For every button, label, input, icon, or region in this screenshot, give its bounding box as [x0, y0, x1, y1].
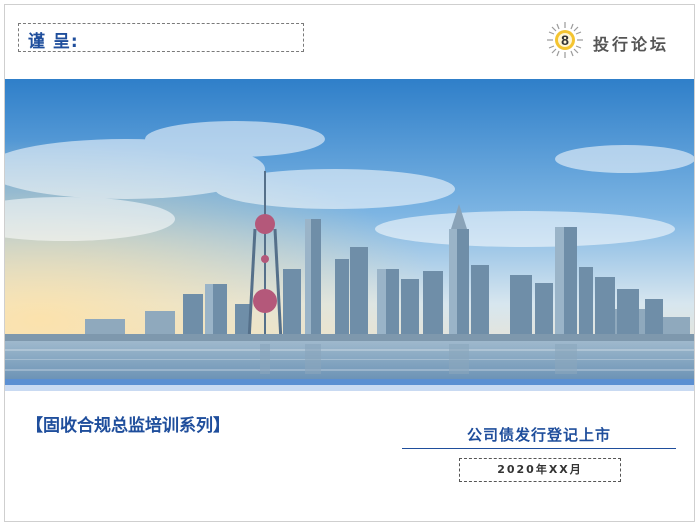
logo-text: 投行论坛: [593, 35, 670, 54]
recipient-box[interactable]: 谨 呈:: [18, 23, 304, 52]
sun-logo-icon: 8: [547, 22, 583, 58]
logo-digit: 8: [561, 32, 569, 48]
recipient-label: 谨 呈:: [28, 32, 79, 52]
series-title: 【固收合规总监培训系列】: [26, 416, 230, 436]
logo: 8 投行论坛: [545, 20, 685, 60]
city-skyline-image: [5, 79, 694, 379]
accent-bar-light: [5, 385, 694, 391]
document-subtitle: 公司债发行登记上市: [466, 426, 611, 444]
date-box[interactable]: 2020年XX月: [459, 458, 621, 482]
subtitle-underline: [402, 448, 676, 449]
